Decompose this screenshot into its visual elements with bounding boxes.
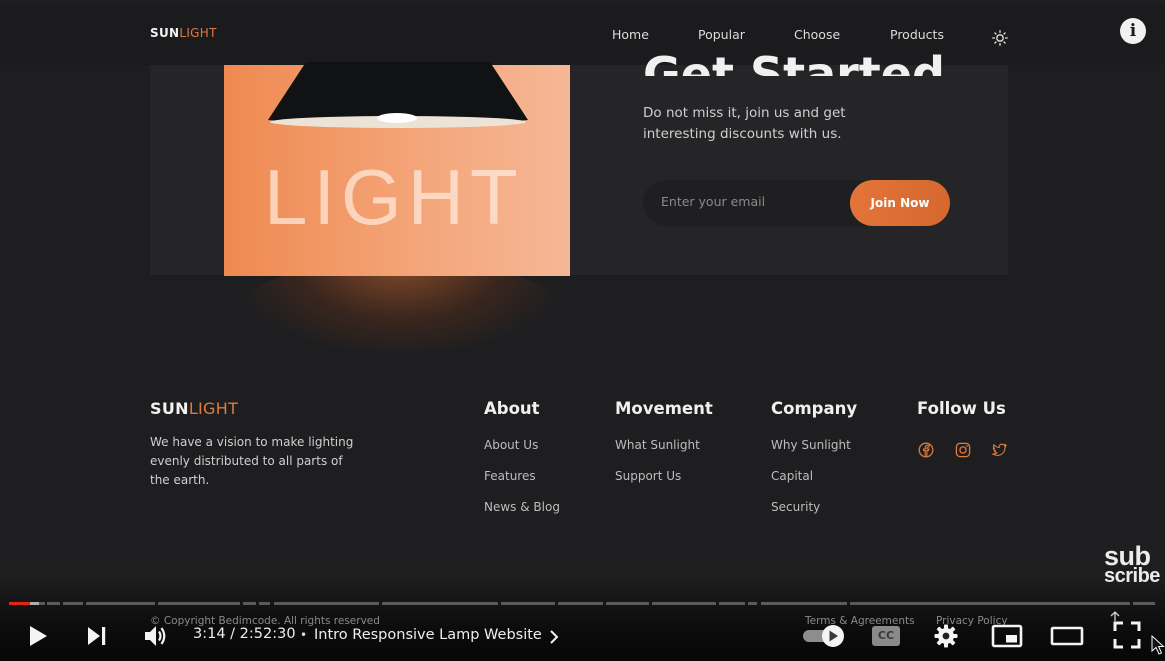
footer-description: We have a vision to make lighting evenly…	[150, 435, 354, 487]
next-video-icon[interactable]	[86, 626, 108, 646]
captions-button[interactable]: CC	[872, 626, 900, 646]
chapter-segment	[86, 602, 155, 605]
chapter-segment	[47, 602, 60, 605]
footer-logo[interactable]: SUNLIGHT	[150, 399, 238, 418]
chapter-segment	[243, 602, 256, 605]
chevron-right-icon[interactable]	[549, 629, 559, 645]
info-icon[interactable]: i	[1120, 18, 1146, 44]
chapter-title[interactable]: Intro Responsive Lamp Website	[314, 627, 542, 643]
site-logo[interactable]: SUNLIGHT	[150, 26, 217, 40]
chapter-segment	[382, 602, 498, 605]
promo-image-text: LIGHT	[264, 153, 524, 241]
footer-link-capital[interactable]: Capital	[771, 469, 813, 483]
time-display: 3:14 / 2:52:30	[193, 626, 296, 642]
logo-light: LIGHT	[179, 26, 217, 40]
footer-logo-light: LIGHT	[188, 399, 239, 418]
footer-link-about-us[interactable]: About Us	[484, 438, 538, 452]
chapter-segment	[501, 602, 555, 605]
sun-icon[interactable]	[992, 30, 1008, 46]
footer-link-what-sunlight[interactable]: What Sunlight	[615, 438, 700, 452]
play-icon[interactable]	[27, 624, 49, 648]
buffered-bar	[30, 602, 39, 605]
footer-title-company: Company	[771, 399, 858, 418]
section-heading: Get Started	[643, 47, 945, 76]
chapter-segment	[274, 602, 379, 605]
mouse-cursor-icon	[1151, 635, 1165, 655]
footer-link-support-us[interactable]: Support Us	[615, 469, 681, 483]
autoplay-toggle[interactable]	[802, 624, 846, 648]
site-header: SUNLIGHT Home Popular Choose Products	[0, 4, 1165, 65]
subscribe-watermark-line1: sub	[1104, 541, 1151, 571]
chapter-segment	[558, 602, 603, 605]
title-separator: •	[300, 628, 308, 642]
chapter-segment	[748, 602, 757, 605]
settings-gear-icon[interactable]	[933, 623, 959, 649]
chapter-segment	[606, 602, 649, 605]
instagram-icon[interactable]	[955, 442, 971, 458]
twitter-icon[interactable]	[991, 442, 1007, 458]
theater-mode-icon[interactable]	[1050, 624, 1084, 648]
join-now-button[interactable]: Join Now	[850, 180, 950, 226]
footer-title-about: About	[484, 399, 540, 418]
logo-sun: SUN	[150, 26, 180, 40]
scroll-up-icon[interactable]	[1109, 610, 1121, 622]
chapter-segment	[259, 602, 270, 605]
chapter-segment	[850, 602, 1130, 605]
progress-bar[interactable]	[9, 602, 1155, 606]
email-field[interactable]	[661, 194, 841, 209]
lamp-image	[268, 62, 528, 128]
chapter-segment	[719, 602, 745, 605]
footer-link-news-blog[interactable]: News & Blog	[484, 500, 560, 514]
footer-title-follow: Follow Us	[917, 399, 1006, 418]
chapter-segment	[652, 602, 716, 605]
video-frame: SUNLIGHT Home Popular Choose Products Ge…	[0, 0, 1165, 661]
chapter-segment	[63, 602, 83, 605]
chapter-segment	[1133, 602, 1155, 605]
miniplayer-icon[interactable]	[991, 623, 1023, 649]
section-description: Do not miss it, join us and get interest…	[643, 105, 846, 142]
played-bar	[9, 602, 31, 605]
footer-link-features[interactable]: Features	[484, 469, 536, 483]
facebook-icon[interactable]	[918, 442, 934, 458]
footer-link-security[interactable]: Security	[771, 500, 820, 514]
footer-title-movement: Movement	[615, 399, 713, 418]
footer-logo-sun: SUN	[150, 399, 189, 418]
chapter-segment	[158, 602, 240, 605]
footer-link-why-sunlight[interactable]: Why Sunlight	[771, 438, 851, 452]
volume-icon[interactable]	[143, 624, 169, 648]
fullscreen-icon[interactable]	[1112, 620, 1142, 650]
chapter-segment	[761, 602, 847, 605]
